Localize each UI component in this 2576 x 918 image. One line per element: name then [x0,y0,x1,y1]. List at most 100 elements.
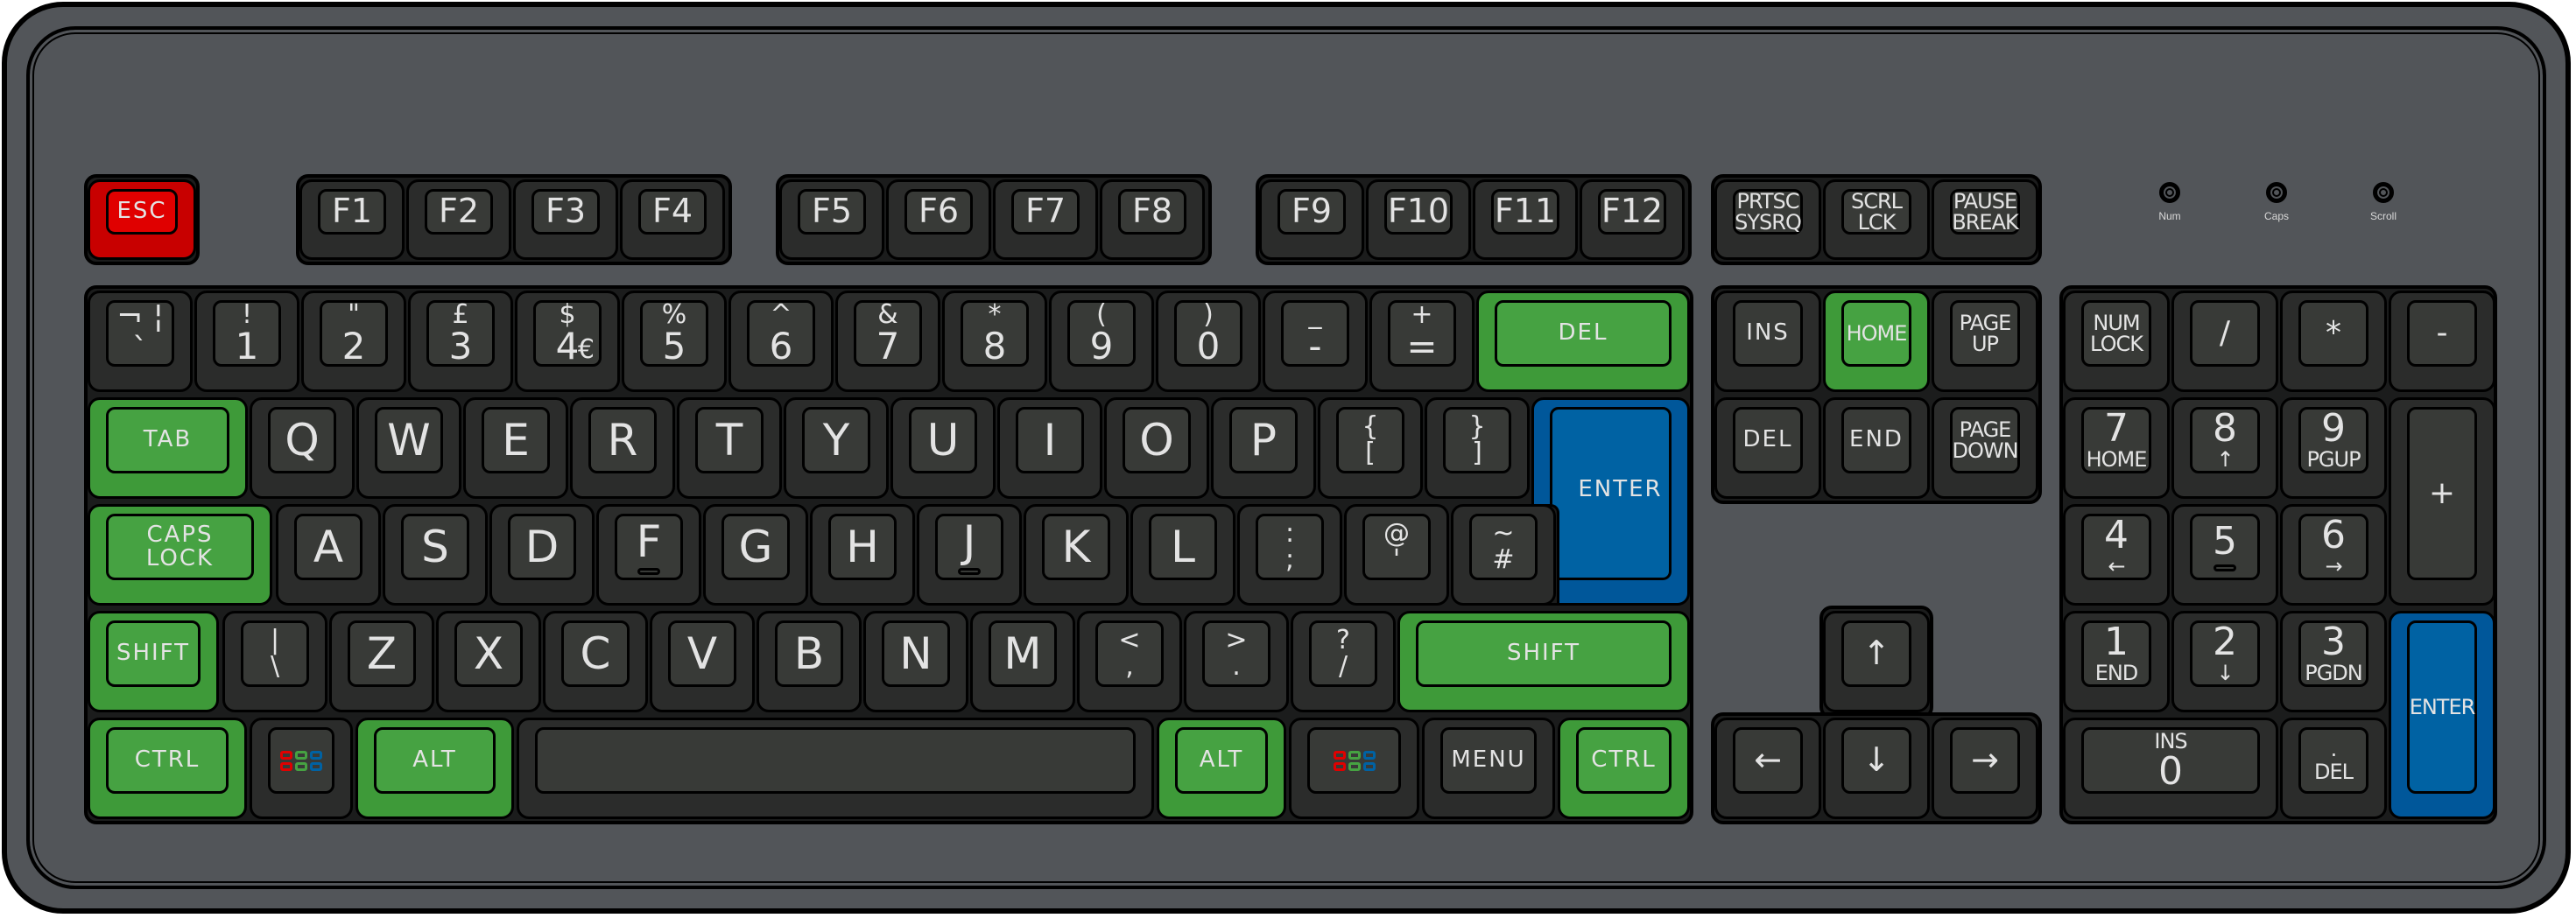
key-esc[interactable]: ESC [88,179,196,260]
key-home[interactable]: HOME [1823,291,1930,392]
key-9[interactable]: (9 [1049,291,1154,392]
key-h[interactable]: H [810,504,915,606]
key-u[interactable]: U [890,397,996,499]
key-numpad-1[interactable]: 1 END [2063,611,2170,712]
key-f[interactable]: F [596,504,701,606]
key-arrow-up[interactable]: ↑ [1823,611,1930,712]
key-left-alt[interactable]: ALT [355,718,514,819]
key-delete[interactable]: DEL [1714,397,1821,499]
key-insert[interactable]: INS [1714,291,1821,392]
key-numpad-divide[interactable]: / [2171,291,2278,392]
key-numpad-8[interactable]: 8 ↑ [2171,397,2278,499]
key-y[interactable]: Y [784,397,889,499]
key-backtick[interactable]: ¬ ¦ ` [88,291,193,392]
key-comma[interactable]: <, [1077,611,1182,712]
key-f9[interactable]: F9 [1259,179,1364,260]
key-scroll-lock[interactable]: SCRL LCK [1823,179,1930,260]
key-slash[interactable]: ? / [1291,611,1396,712]
key-bracket-left[interactable]: {[ [1318,397,1423,499]
key-pause-break[interactable]: PAUSE BREAK [1932,179,2038,260]
key-page-down[interactable]: PAGE DOWN [1932,397,2038,499]
key-j[interactable]: J [917,504,1022,606]
key-f5[interactable]: F5 [779,179,884,260]
key-t[interactable]: T [677,397,782,499]
key-5[interactable]: % 5 [622,291,727,392]
key-numpad-plus[interactable]: + [2389,397,2495,606]
key-numpad-6[interactable]: 6 → [2280,504,2387,606]
key-numpad-3[interactable]: 3 PGDN [2280,611,2387,712]
key-f8[interactable]: F8 [1100,179,1205,260]
key-numpad-enter[interactable]: ENTER [2389,611,2495,819]
key-a[interactable]: A [276,504,381,606]
key-e[interactable]: E [463,397,568,499]
key-4[interactable]: $4 € [515,291,620,392]
key-w[interactable]: W [356,397,461,499]
key-backslash[interactable]: | \ [222,611,327,712]
key-numpad-multiply[interactable]: * [2280,291,2387,392]
key-8[interactable]: * 8 [942,291,1047,392]
key-f2[interactable]: F2 [406,179,511,260]
key-q[interactable]: Q [250,397,355,499]
key-numpad-minus[interactable]: - [2389,291,2495,392]
key-m[interactable]: M [970,611,1075,712]
key-f10[interactable]: F10 [1366,179,1471,260]
key-s[interactable]: S [383,504,488,606]
key-p[interactable]: P [1211,397,1316,499]
key-left-shift[interactable]: SHIFT [88,611,219,712]
key-n[interactable]: N [863,611,968,712]
key-x[interactable]: X [436,611,541,712]
key-z[interactable]: Z [329,611,434,712]
key-print-screen[interactable]: PRTSC SYSRQ [1714,179,1821,260]
key-end[interactable]: END [1823,397,1930,499]
key-right-alt[interactable]: ALT [1157,718,1286,819]
key-c[interactable]: C [543,611,648,712]
key-caps-lock[interactable]: CAPS LOCK [88,504,272,606]
key-d[interactable]: D [489,504,595,606]
key-f11[interactable]: F11 [1473,179,1578,260]
key-6[interactable]: ^ 6 [728,291,834,392]
key-f1[interactable]: F1 [299,179,405,260]
key-f3[interactable]: F3 [513,179,618,260]
key-numpad-decimal[interactable]: . DEL [2280,718,2387,819]
key-apostrophe[interactable]: @ ' [1344,504,1449,606]
key-numpad-5[interactable]: 5 [2171,504,2278,606]
key-f7[interactable]: F7 [993,179,1098,260]
key-right-shift[interactable]: SHIFT [1397,611,1690,712]
key-arrow-right[interactable]: → [1932,718,2038,819]
key-numpad-2[interactable]: 2 ↓ [2171,611,2278,712]
key-o[interactable]: O [1104,397,1209,499]
key-arrow-left[interactable]: ← [1714,718,1821,819]
key-right-windows[interactable] [1289,718,1419,819]
key-numpad-4[interactable]: 4 ← [2063,504,2170,606]
key-3[interactable]: £3 [408,291,513,392]
key-1[interactable]: ! 1 [194,291,299,392]
key-v[interactable]: V [650,611,755,712]
key-arrow-down[interactable]: ↓ [1823,718,1930,819]
key-left-ctrl[interactable]: CTRL [88,718,247,819]
key-i[interactable]: I [997,397,1102,499]
key-g[interactable]: G [703,504,808,606]
key-k[interactable]: K [1024,504,1129,606]
key-numpad-7[interactable]: 7 HOME [2063,397,2170,499]
key-page-up[interactable]: PAGE UP [1932,291,2038,392]
key-bracket-right[interactable]: }] [1425,397,1530,499]
key-period[interactable]: >. [1184,611,1289,712]
key-menu[interactable]: MENU [1422,718,1555,819]
key-f4[interactable]: F4 [620,179,725,260]
key-numpad-9[interactable]: 9 PGUP [2280,397,2387,499]
key-2[interactable]: " 2 [301,291,406,392]
key-f12[interactable]: F12 [1580,179,1685,260]
key-7[interactable]: & 7 [835,291,940,392]
key-space[interactable] [517,718,1154,819]
key--[interactable]: _ - [1263,291,1368,392]
key-f6[interactable]: F6 [886,179,991,260]
key-l[interactable]: L [1130,504,1235,606]
key-r[interactable]: R [570,397,675,499]
key-right-ctrl[interactable]: CTRL [1558,718,1690,819]
key-semicolon[interactable]: :; [1237,504,1342,606]
key-=[interactable]: + = [1369,291,1475,392]
key-tab[interactable]: TAB [88,397,248,499]
key-b[interactable]: B [757,611,862,712]
key-backspace[interactable]: DEL [1476,291,1690,392]
key-hash[interactable]: ~ # [1451,504,1556,606]
